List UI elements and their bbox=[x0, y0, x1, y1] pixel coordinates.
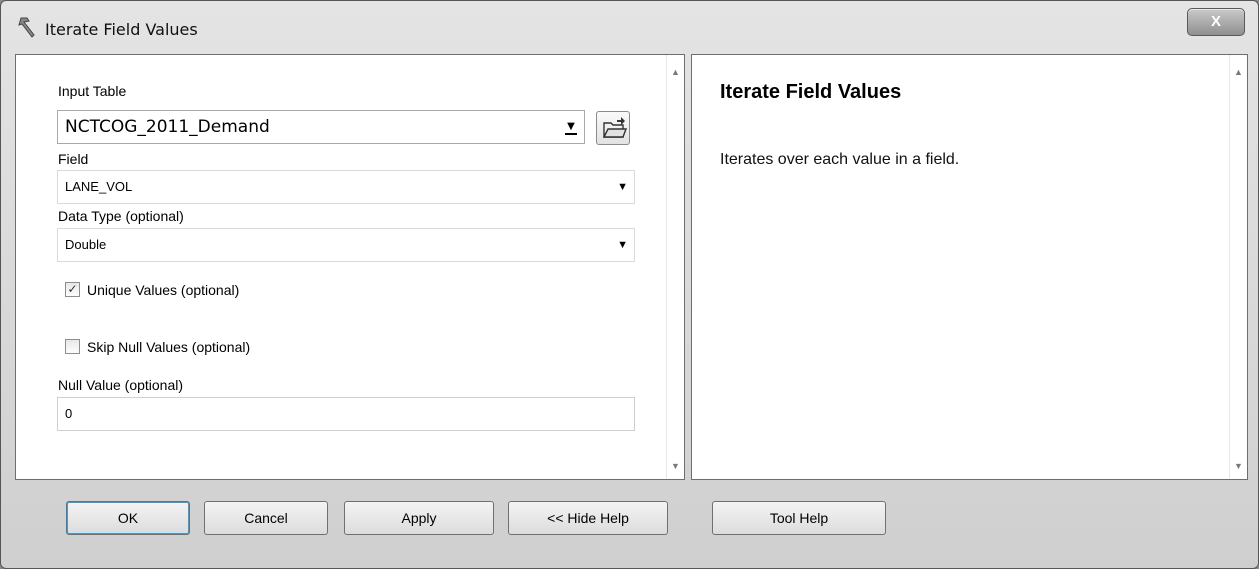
field-dropdown[interactable]: LANE_VOL ▼ bbox=[57, 170, 635, 204]
input-table-label: Input Table bbox=[58, 83, 127, 99]
null-value-input[interactable]: 0 bbox=[57, 397, 635, 431]
ok-button[interactable]: OK bbox=[66, 501, 190, 535]
input-table-dropdown-button[interactable]: ▼ bbox=[560, 113, 582, 141]
field-label: Field bbox=[58, 151, 89, 167]
scroll-up-arrow-icon[interactable]: ▲ bbox=[1234, 67, 1243, 77]
data-type-value: Double bbox=[65, 237, 107, 252]
tool-help-button[interactable]: Tool Help bbox=[712, 501, 886, 535]
cancel-button[interactable]: Cancel bbox=[204, 501, 328, 535]
tool-dialog: Iterate Field Values X Input Table NCTCO… bbox=[0, 0, 1259, 569]
help-title: Iterate Field Values bbox=[720, 81, 902, 103]
null-value-label: Null Value (optional) bbox=[58, 377, 184, 393]
help-panel: Iterate Field Values Iterates over each … bbox=[691, 54, 1248, 480]
skip-null-values-checkbox[interactable] bbox=[65, 339, 80, 354]
skip-null-values-label: Skip Null Values (optional) bbox=[87, 339, 251, 355]
input-table-value: NCTCOG_2011_Demand bbox=[65, 117, 270, 137]
unique-values-checkbox[interactable]: ✓ bbox=[65, 282, 80, 297]
data-type-dropdown[interactable]: Double ▼ bbox=[57, 228, 635, 262]
window-title: Iterate Field Values bbox=[45, 20, 198, 39]
help-scrollbar[interactable]: ▲ ▼ bbox=[1229, 55, 1247, 479]
chevron-down-icon: ▼ bbox=[617, 239, 628, 251]
scroll-down-arrow-icon[interactable]: ▼ bbox=[1234, 461, 1243, 471]
hammer-icon bbox=[15, 16, 37, 38]
browse-button[interactable] bbox=[596, 111, 630, 145]
unique-values-label: Unique Values (optional) bbox=[87, 282, 240, 298]
input-table-combobox[interactable]: NCTCOG_2011_Demand ▼ bbox=[57, 110, 585, 144]
parameters-scrollbar[interactable]: ▲ ▼ bbox=[666, 55, 684, 479]
close-button[interactable]: X bbox=[1187, 8, 1245, 36]
field-value: LANE_VOL bbox=[65, 179, 133, 194]
parameters-panel: Input Table NCTCOG_2011_Demand ▼ Field L… bbox=[15, 54, 685, 480]
chevron-down-icon: ▼ bbox=[617, 181, 628, 193]
title-bar: Iterate Field Values X bbox=[1, 1, 1258, 53]
scroll-down-arrow-icon[interactable]: ▼ bbox=[671, 461, 680, 471]
hide-help-button[interactable]: << Hide Help bbox=[508, 501, 668, 535]
null-value-text: 0 bbox=[65, 406, 73, 421]
open-folder-icon bbox=[597, 117, 631, 149]
apply-button[interactable]: Apply bbox=[344, 501, 494, 535]
help-description: Iterates over each value in a field. bbox=[720, 151, 960, 168]
scroll-up-arrow-icon[interactable]: ▲ bbox=[671, 67, 680, 77]
data-type-label: Data Type (optional) bbox=[58, 208, 184, 224]
